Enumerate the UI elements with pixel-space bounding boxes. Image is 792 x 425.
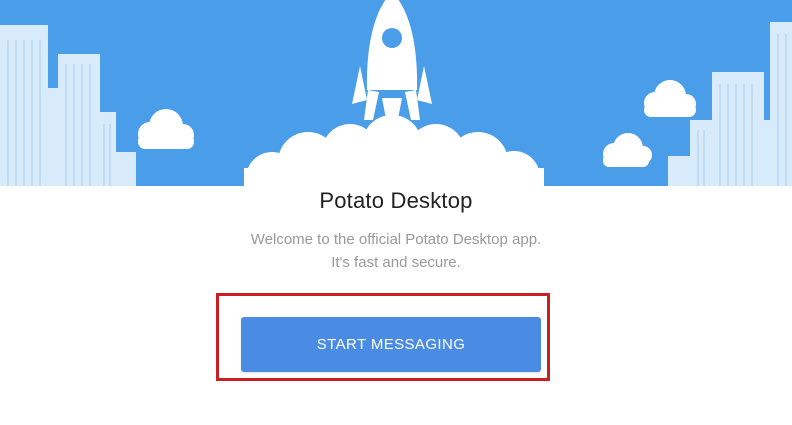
rocket-launch-city-icon xyxy=(0,0,792,186)
welcome-line-1: Welcome to the official Potato Desktop a… xyxy=(250,231,542,248)
welcome-line-2: It's fast and secure. xyxy=(331,254,461,271)
hero-illustration xyxy=(0,0,792,186)
welcome-message: Welcome to the official Potato Desktop a… xyxy=(0,228,792,274)
start-messaging-button[interactable]: START MESSAGING xyxy=(241,317,541,372)
app-title: Potato Desktop xyxy=(319,188,473,213)
